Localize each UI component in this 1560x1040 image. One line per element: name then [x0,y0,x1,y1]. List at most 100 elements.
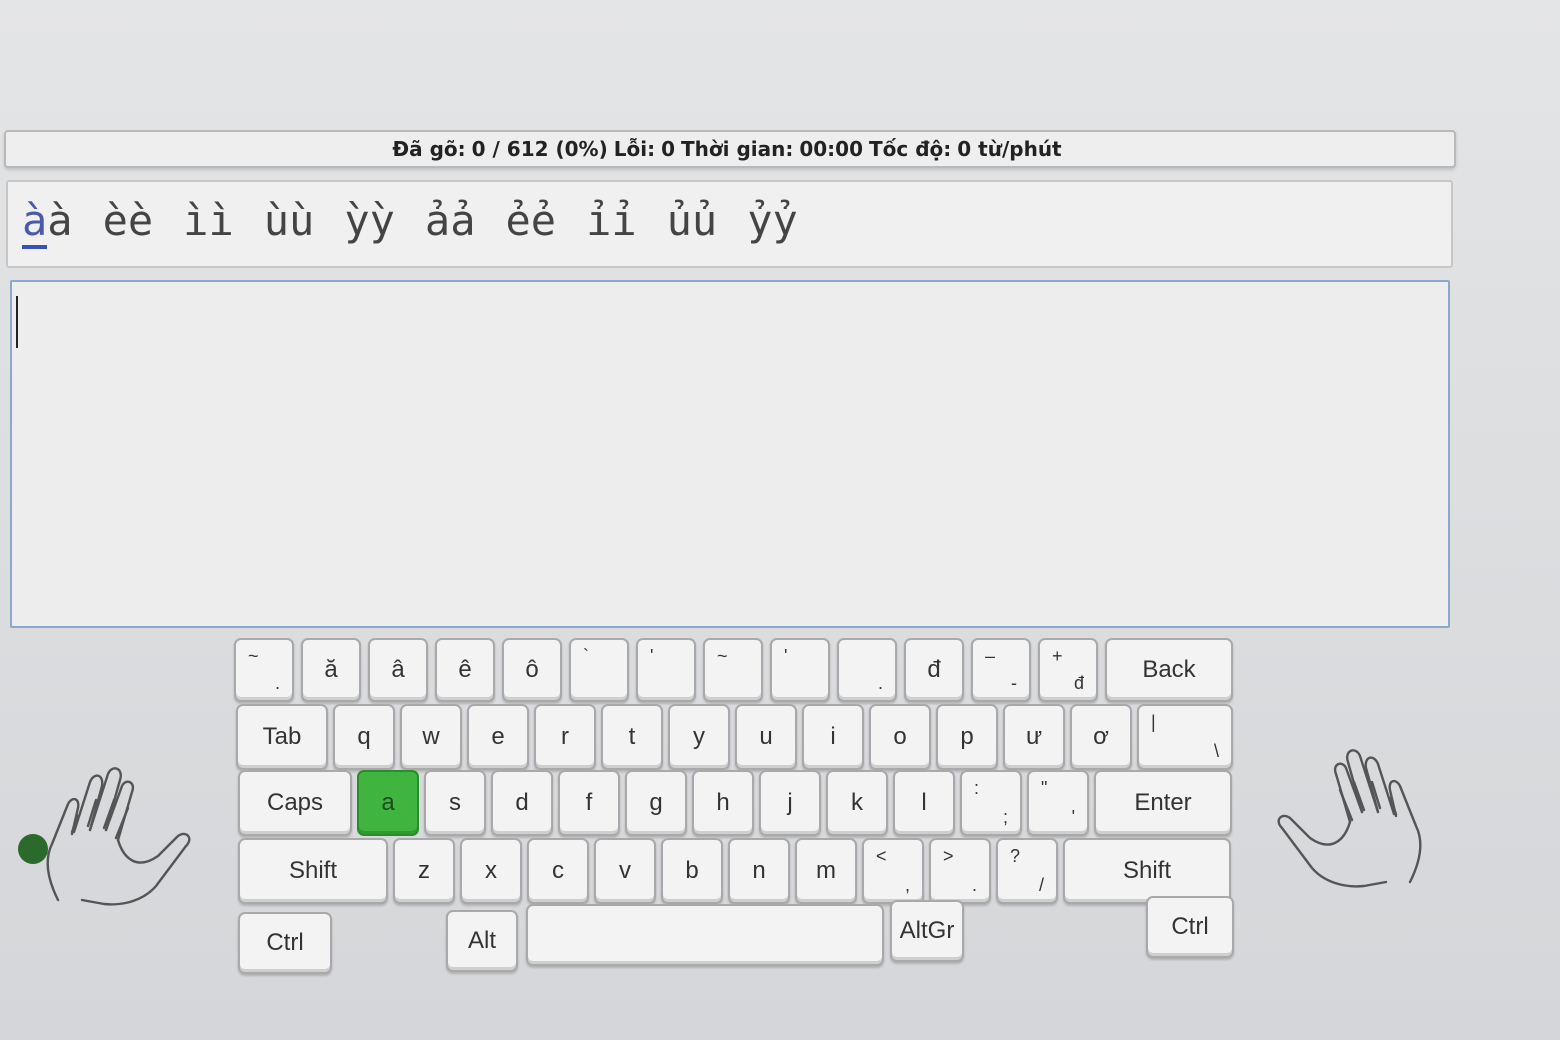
key-shift-left[interactable]: Shift [238,838,388,904]
key-row2-tab[interactable]: Tab [236,704,328,770]
key-top-symbol: – [985,646,996,666]
key-row1-k0[interactable]: ~. [234,638,294,702]
key-row4-v[interactable]: v [594,838,656,904]
key-label: v [619,857,631,884]
key-row1-k10[interactable]: đ [904,638,964,702]
key-row2-k12[interactable]: ơ [1070,704,1132,770]
key-row3-k10[interactable]: :; [960,770,1022,836]
key-row3-j[interactable]: j [759,770,821,836]
key-alt[interactable]: Alt [446,910,518,972]
key-row4-m[interactable]: m [795,838,857,904]
key-row2-t[interactable]: t [601,704,663,770]
key-row2-k11[interactable]: ư [1003,704,1065,770]
key-row2-w[interactable]: w [400,704,462,770]
errors-value: 0 [661,137,675,161]
key-row3-d[interactable]: d [491,770,553,836]
key-row1-k1[interactable]: ă [301,638,361,702]
prompt-word-7: ẻẻ [505,196,557,245]
key-label: Caps [266,789,324,816]
key-row1-k12[interactable]: + đ [1038,638,1098,702]
key-bottom-symbol: / [1038,875,1044,895]
key-label: ê [458,656,472,683]
key-label: Alt [467,927,496,954]
prompt-word-1-rest: à [47,196,73,245]
key-shift-right[interactable]: Shift [1063,838,1231,904]
key-top-symbol: > [943,846,954,866]
prompt-word-8: ỉỉ [586,196,637,245]
prompt-word-10: ỷỷ [747,196,798,245]
key-top-symbol: ' [784,646,788,666]
key-label: e [491,723,505,750]
key-row1-back[interactable]: Back [1105,638,1233,702]
key-space[interactable] [526,904,884,966]
key-row4-x[interactable]: x [460,838,522,904]
key-bottom-symbol: ; [1002,807,1008,827]
key-row1-k2[interactable]: â [368,638,428,702]
practice-text: àà èè ìì ùù ỳỳ ảả ẻẻ ỉỉ ủủ ỷỷ [6,180,1453,268]
key-label: ă [324,656,338,683]
key-top-symbol: ` [583,646,589,666]
key-top-symbol: ~ [717,646,728,666]
key-row4-k10[interactable]: ? / [996,838,1058,904]
key-row2-p[interactable]: p [936,704,998,770]
key-row4-z[interactable]: z [393,838,455,904]
key-row1-k11[interactable]: – - [971,638,1031,702]
key-row3-enter[interactable]: Enter [1094,770,1232,836]
key-bottom-symbol: - [1011,673,1017,693]
key-row2-q[interactable]: q [333,704,395,770]
stats-bar: Đã gõ: 0 / 612 (0%) Lỗi: 0 Thời gian: 00… [4,130,1456,168]
key-label: Shift [1122,857,1172,884]
key-row2-e[interactable]: e [467,704,529,770]
key-row3-k11[interactable]: " ' [1027,770,1089,836]
key-row2-k13[interactable]: | \ [1137,704,1233,770]
key-label: t [628,723,636,750]
key-altgr[interactable]: AltGr [890,900,964,962]
key-row3-f[interactable]: f [558,770,620,836]
key-row1-k8[interactable]: ' [770,638,830,702]
key-row3-a[interactable]: a [357,770,419,836]
key-bottom-symbol: \ [1213,741,1219,761]
key-label: k [851,789,863,816]
key-row4-k8[interactable]: <, [862,838,924,904]
key-row3-h[interactable]: h [692,770,754,836]
key-label: l [921,789,927,816]
left-hand-icon [46,767,191,906]
typing-input[interactable] [10,280,1450,628]
key-ctrl-right[interactable]: Ctrl [1146,896,1234,958]
key-row1-k9[interactable]: . [837,638,897,702]
key-row4-c[interactable]: c [527,838,589,904]
key-row1-k3[interactable]: ê [435,638,495,702]
key-row3-k[interactable]: k [826,770,888,836]
key-row3-caps[interactable]: Caps [238,770,352,836]
key-label: u [759,723,773,750]
key-row2-r[interactable]: r [534,704,596,770]
key-label: c [552,857,564,884]
key-row4-k9[interactable]: >. [929,838,991,904]
speed-value: 0 từ/phút [957,137,1062,161]
prompt-word-4: ùù [263,196,315,245]
key-row3-s[interactable]: s [424,770,486,836]
key-label: n [752,857,766,884]
key-row3-g[interactable]: g [625,770,687,836]
key-row2-u[interactable]: u [735,704,797,770]
key-label: p [960,723,974,750]
key-row1-k7[interactable]: ~ [703,638,763,702]
key-row4-b[interactable]: b [661,838,723,904]
key-row4-n[interactable]: n [728,838,790,904]
key-bottom-symbol: ' [1071,807,1075,827]
key-top-symbol: " [1041,778,1048,798]
current-char: à [22,196,48,249]
errors-label: Lỗi: [613,137,656,161]
key-row2-i[interactable]: i [802,704,864,770]
key-row1-k6[interactable]: ' [636,638,696,702]
speed-label: Tốc độ: [869,137,952,161]
key-row3-l[interactable]: l [893,770,955,836]
key-row1-k5[interactable]: ` [569,638,629,702]
key-row2-y[interactable]: y [668,704,730,770]
key-row1-k4[interactable]: ô [502,638,562,702]
time-value: 00:00 [799,137,864,161]
key-ctrl-left[interactable]: Ctrl [238,912,332,974]
right-hand-icon [1277,749,1422,888]
key-label: y [693,723,705,750]
key-row2-o[interactable]: o [869,704,931,770]
